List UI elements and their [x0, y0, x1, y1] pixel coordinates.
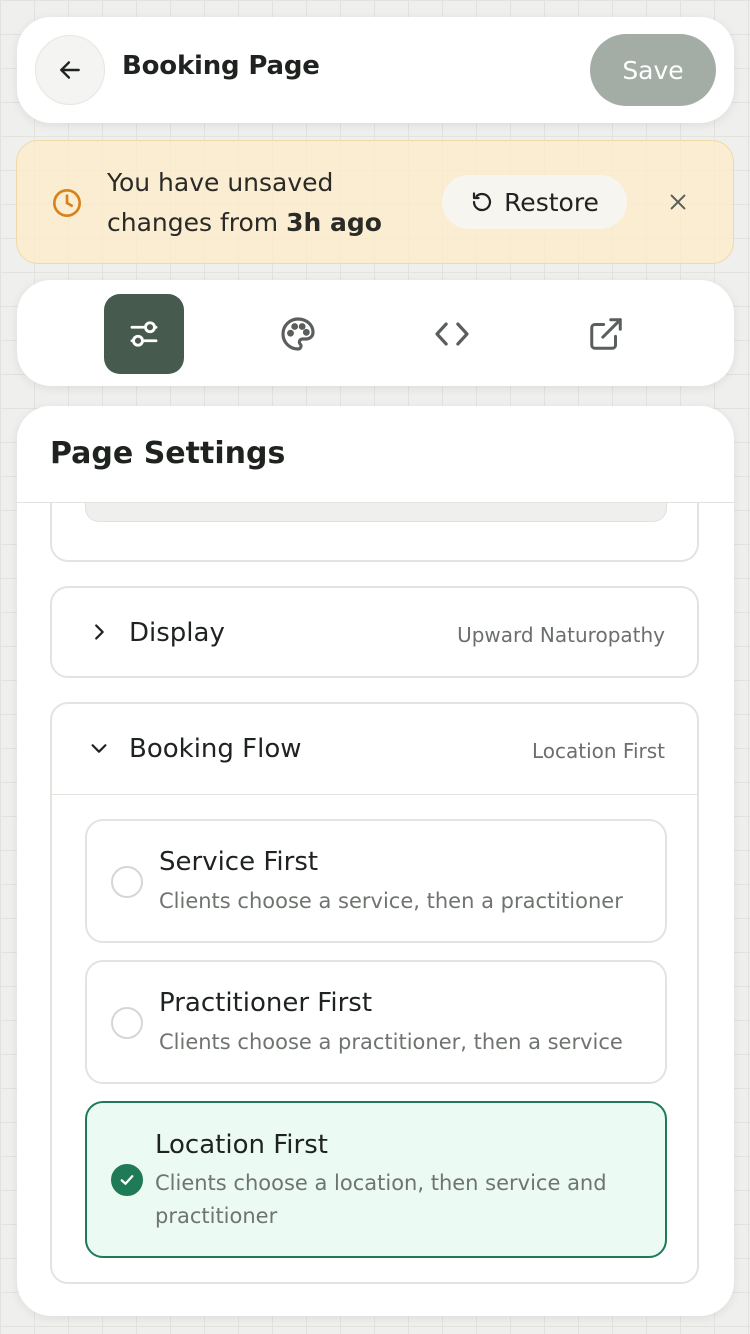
display-section-title: Display [129, 618, 225, 648]
tab-embed-code[interactable] [412, 294, 492, 374]
divider [52, 794, 697, 795]
option-location-first[interactable]: Location First Clients choose a location… [85, 1101, 667, 1258]
palette-icon [281, 317, 315, 351]
sliders-icon [130, 321, 158, 347]
restore-icon [472, 192, 492, 212]
chevron-down-icon [91, 744, 107, 753]
editor-tab-bar [17, 280, 734, 386]
radio-location-first[interactable] [111, 1164, 143, 1196]
banner-message-time: 3h ago [286, 208, 382, 237]
display-section[interactable]: Display Upward Naturopathy [50, 586, 699, 678]
banner-message: You have unsaved changes from 3h ago [107, 163, 427, 243]
close-icon[interactable] [667, 191, 689, 213]
arrow-left-icon [60, 61, 80, 79]
booking-flow-value: Location First [531, 739, 665, 763]
divider [17, 502, 734, 503]
option-title: Service First [159, 847, 319, 877]
option-practitioner-first[interactable]: Practitioner First Clients choose a prac… [85, 960, 667, 1084]
display-section-header[interactable]: Display Upward Naturopathy [52, 588, 697, 678]
clock-icon [53, 189, 81, 217]
option-description: Clients choose a location, then service … [155, 1171, 607, 1228]
chevron-right-icon [95, 624, 104, 640]
top-bar: Booking Page Save [17, 17, 734, 123]
restore-button[interactable]: Restore [442, 175, 627, 229]
page-title: Booking Page [122, 51, 320, 81]
banner-message-line1: You have unsaved [107, 168, 334, 197]
page-settings-panel: Page Settings Display Upward Naturopathy… [17, 406, 734, 1316]
radio-service-first[interactable] [111, 866, 143, 898]
option-title: Location First [155, 1130, 328, 1160]
tab-open-external[interactable] [566, 294, 646, 374]
unsaved-changes-banner: You have unsaved changes from 3h ago Res… [16, 140, 734, 264]
tab-theme[interactable] [258, 294, 338, 374]
tab-settings[interactable] [104, 294, 184, 374]
option-service-first[interactable]: Service First Clients choose a service, … [85, 819, 667, 943]
option-description: Clients choose a service, then a practit… [159, 889, 623, 913]
radio-practitioner-first[interactable] [111, 1007, 143, 1039]
display-section-value: Upward Naturopathy [457, 623, 665, 647]
booking-flow-title: Booking Flow [129, 734, 302, 764]
option-title: Practitioner First [159, 988, 373, 1018]
external-link-icon [590, 318, 622, 350]
restore-label: Restore [504, 187, 599, 217]
booking-flow-header[interactable]: Booking Flow Location First [52, 704, 697, 794]
back-button[interactable] [35, 35, 105, 105]
checkmark-icon [120, 1175, 134, 1185]
save-button[interactable]: Save [590, 34, 716, 106]
panel-title: Page Settings [50, 436, 286, 471]
booking-flow-section: Booking Flow Location First Service Firs… [50, 702, 699, 1284]
banner-message-prefix: changes from [107, 208, 287, 237]
code-icon [435, 322, 469, 346]
option-description: Clients choose a practitioner, then a se… [159, 1030, 623, 1054]
